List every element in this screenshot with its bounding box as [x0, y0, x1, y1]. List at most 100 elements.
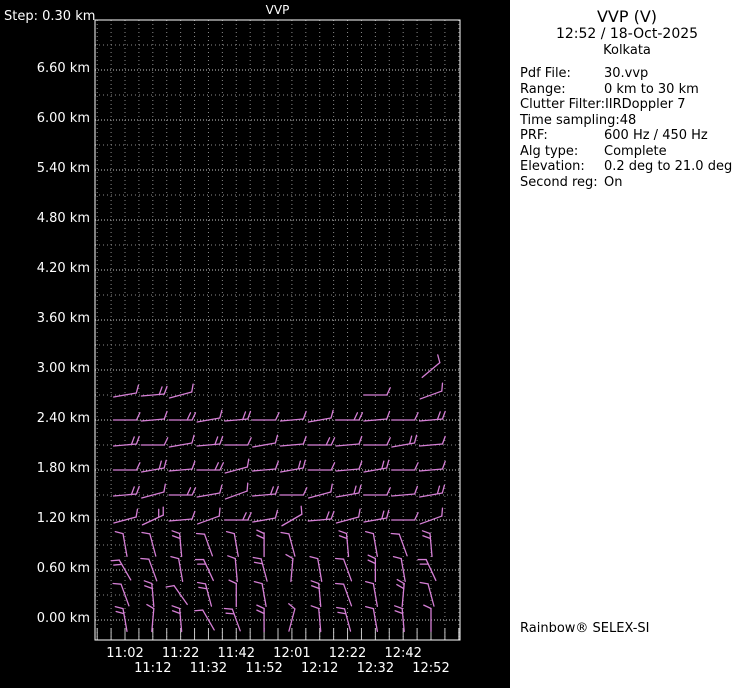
wind-barb: [336, 509, 360, 523]
field-value: IIRDoppler 7: [605, 97, 686, 113]
wind-barb: [169, 413, 195, 420]
field-label: Range:: [520, 82, 604, 98]
wind-barb: [196, 560, 214, 581]
y-tick-label: 1.80 km: [0, 462, 90, 476]
wind-barb: [114, 509, 138, 523]
field-row: Elevation:0.2 deg to 21.0 deg: [520, 159, 742, 175]
wind-barb: [225, 459, 249, 473]
wind-barb: [420, 411, 446, 421]
field-value: 48: [620, 113, 637, 129]
wind-barb: [308, 438, 334, 445]
wind-barb: [395, 606, 405, 632]
chart-title: VVP: [95, 3, 460, 17]
wind-barb: [197, 485, 222, 497]
wind-barb: [420, 583, 434, 607]
wind-barb: [169, 488, 195, 495]
wind-barb: [253, 435, 278, 447]
wind-barb: [309, 484, 333, 498]
step-label: Step: 0.30 km: [4, 10, 95, 24]
x-tick-label: 12:12: [297, 662, 343, 676]
wind-barb: [228, 556, 238, 582]
wind-barb: [114, 436, 140, 446]
wind-barb: [364, 411, 390, 421]
field-label: Pdf File:: [520, 66, 604, 82]
y-tick-label: 3.60 km: [0, 312, 90, 326]
wind-barb: [308, 463, 334, 470]
wind-barb: [141, 411, 167, 421]
wind-barb: [114, 385, 139, 397]
field-label: Clutter Filter:: [520, 97, 605, 113]
field-value: On: [604, 175, 622, 191]
wind-barb: [253, 413, 279, 420]
x-tick-label: 11:52: [241, 662, 287, 676]
wind-barb: [114, 463, 140, 470]
field-row: Pdf File:30.vvp: [520, 66, 742, 82]
y-tick-label: 0.00 km: [0, 612, 90, 626]
wind-barb: [253, 461, 279, 471]
wind-barb: [337, 608, 351, 632]
wind-barb: [111, 560, 130, 580]
wind-barb: [397, 580, 404, 607]
x-tick-label: 11:32: [185, 662, 231, 676]
x-tick-label: 11:12: [130, 662, 176, 676]
wind-barb: [289, 604, 295, 631]
y-tick-label: 2.40 km: [0, 412, 90, 426]
wind-barb: [364, 388, 390, 395]
x-tick-label: 11:02: [102, 647, 148, 661]
wind-barb: [392, 513, 418, 520]
wind-barb: [224, 608, 240, 630]
wind-barb: [308, 511, 334, 521]
panel-datetime: 12:52 / 18-Oct-2025: [510, 26, 744, 43]
wind-barb: [253, 486, 279, 496]
wind-barb: [257, 605, 264, 631]
wind-barb: [364, 510, 389, 522]
y-tick-label: 0.60 km: [0, 562, 90, 576]
wind-barb: [172, 606, 182, 632]
wind-barb: [368, 555, 375, 581]
wind-barb: [147, 605, 154, 632]
panel-site: Kolkata: [510, 43, 744, 59]
wind-barb: [280, 436, 306, 446]
brand-footer: Rainbow® SELEX-SI: [520, 621, 650, 636]
wind-barb: [225, 411, 251, 421]
wind-barb: [114, 413, 140, 420]
x-tick-label: 12:01: [269, 647, 315, 661]
wind-barb: [364, 460, 389, 472]
y-tick-label: 6.00 km: [0, 112, 90, 126]
field-label: Elevation:: [520, 159, 604, 175]
field-label: Time sampling:: [520, 113, 620, 129]
wind-barb: [392, 413, 418, 420]
y-tick-label: 4.20 km: [0, 262, 90, 276]
field-value: 30.vvp: [604, 66, 648, 82]
wind-barb: [225, 438, 251, 445]
x-tick-label: 11:42: [213, 647, 259, 661]
field-row: Range:0 km to 30 km: [520, 82, 742, 98]
wind-barb: [114, 486, 140, 496]
x-tick-label: 12:52: [408, 662, 454, 676]
y-tick-label: 1.20 km: [0, 512, 90, 526]
field-row: Second reg:On: [520, 175, 742, 191]
wind-barb: [392, 463, 418, 470]
field-row: Alg type:Complete: [520, 144, 742, 160]
wind-barb: [166, 586, 187, 605]
field-label: Second reg:: [520, 175, 604, 191]
panel-title: VVP (V): [510, 7, 744, 26]
field-row: Time sampling:48: [520, 113, 742, 129]
wind-barb: [197, 463, 223, 470]
wind-barb: [366, 607, 378, 632]
wind-barb: [197, 436, 223, 446]
wind-barb: [225, 513, 251, 520]
field-value: 600 Hz / 450 Hz: [604, 128, 708, 144]
wind-barb: [141, 386, 167, 396]
wind-barb: [142, 533, 156, 557]
wind-barb: [364, 488, 390, 495]
x-tick-label: 12:22: [325, 647, 371, 661]
wind-barb: [422, 355, 440, 378]
wind-barb: [253, 510, 278, 522]
wind-barb: [364, 438, 390, 445]
wind-barb: [281, 533, 295, 557]
wind-barb: [336, 461, 362, 471]
grid: [95, 20, 460, 640]
field-row: Clutter Filter:IIRDoppler 7: [520, 97, 742, 113]
wind-barb-plot: [0, 0, 510, 688]
